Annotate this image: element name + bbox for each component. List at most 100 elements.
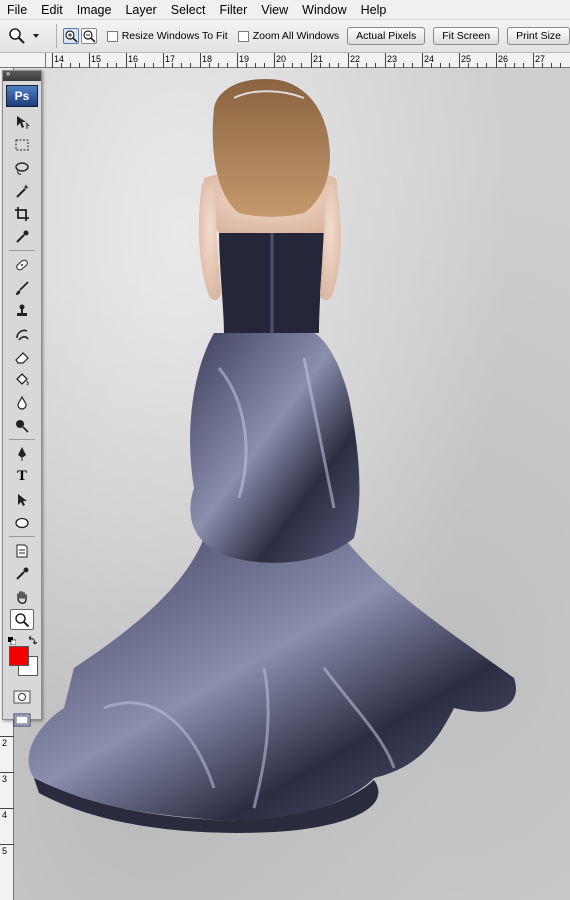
- foreground-color-swatch[interactable]: [9, 646, 29, 666]
- pen-tool[interactable]: [10, 443, 34, 464]
- color-swatches: [3, 634, 41, 682]
- tool-preset-picker[interactable]: [8, 23, 52, 49]
- ruler-label: 24: [424, 54, 435, 64]
- document-canvas[interactable]: [14, 68, 570, 900]
- pen-icon: [18, 446, 26, 461]
- move-tool[interactable]: [10, 111, 34, 132]
- eyedropper-tool[interactable]: [10, 226, 34, 247]
- ruler-label: 18: [202, 54, 213, 64]
- swap-colors-icon[interactable]: [28, 634, 38, 645]
- ruler-label: 4: [2, 810, 8, 820]
- divider: [9, 536, 35, 537]
- marquee-tool[interactable]: [10, 134, 34, 155]
- print-size-button[interactable]: Print Size: [507, 27, 570, 45]
- eraser-icon: [15, 351, 29, 364]
- menu-item-file[interactable]: File: [0, 0, 34, 20]
- ruler-label: 22: [350, 54, 361, 64]
- brush-tool[interactable]: [10, 277, 34, 298]
- notes-tool[interactable]: [10, 540, 34, 561]
- ruler-tick: [385, 53, 386, 68]
- photoshop-logo[interactable]: Ps: [6, 85, 38, 107]
- ruler-tick: [237, 53, 238, 68]
- menu-bar: File Edit Image Layer Select Filter View Window…: [0, 0, 570, 20]
- clone-stamp-tool[interactable]: [10, 300, 34, 321]
- note-icon: [16, 544, 28, 557]
- menu-item-view[interactable]: View: [254, 0, 295, 20]
- arrow-pointer-icon: [18, 493, 27, 506]
- ellipse-icon: [15, 517, 29, 528]
- ruler-label: 26: [498, 54, 509, 64]
- menu-item-help[interactable]: Help: [354, 0, 394, 20]
- screen-mode-button[interactable]: [10, 709, 34, 730]
- resize-windows-checkbox[interactable]: Resize Windows To Fit: [106, 30, 228, 42]
- hand-icon: [17, 590, 27, 604]
- zoom-tool[interactable]: [10, 609, 34, 630]
- eyedropper-tool-2[interactable]: [10, 563, 34, 584]
- menu-item-edit[interactable]: Edit: [34, 0, 70, 20]
- dodge-tool[interactable]: [10, 415, 34, 436]
- menu-item-select[interactable]: Select: [164, 0, 213, 20]
- paint-bucket-icon: [16, 372, 29, 385]
- fit-screen-button[interactable]: Fit Screen: [433, 27, 500, 45]
- type-tool[interactable]: T: [10, 466, 34, 487]
- ruler-tick: [0, 844, 14, 845]
- default-colors-icon[interactable]: [8, 634, 17, 646]
- crop-icon: [15, 206, 29, 221]
- tools-panel-header[interactable]: ››: [3, 69, 41, 81]
- magnifier-icon: [15, 612, 30, 627]
- ruler-tick: [200, 53, 201, 68]
- ruler-tick: [422, 53, 423, 68]
- resize-windows-label: Resize Windows To Fit: [121, 30, 228, 42]
- paint-bucket-tool[interactable]: [10, 369, 34, 390]
- lasso-tool[interactable]: [10, 157, 34, 178]
- magic-wand-icon: [16, 183, 29, 198]
- ruler-tick: [0, 772, 14, 773]
- magic-wand-tool[interactable]: [10, 180, 34, 201]
- ruler-tick: [311, 53, 312, 68]
- ruler-tick: [348, 53, 349, 68]
- ruler-tick: [0, 808, 14, 809]
- zoom-in-button[interactable]: [62, 28, 79, 44]
- menu-item-window[interactable]: Window: [295, 0, 353, 20]
- marquee-icon: [15, 139, 29, 150]
- history-brush-tool[interactable]: [10, 323, 34, 344]
- divider: [55, 24, 57, 48]
- collapse-arrows[interactable]: ››: [6, 69, 10, 78]
- options-bar: Resize Windows To Fit Zoom All Windows A…: [0, 20, 570, 53]
- ruler-label: 15: [91, 54, 102, 64]
- crop-tool[interactable]: [10, 203, 34, 224]
- ruler-label: 14: [54, 54, 65, 64]
- horizontal-ruler[interactable]: 14 15 16 17 18 19 20 21 22 23 24 25 26 27: [46, 53, 570, 68]
- path-selection-tool[interactable]: [10, 489, 34, 510]
- checkbox-box[interactable]: [237, 30, 249, 42]
- ruler-corner: [0, 53, 46, 68]
- eyedropper-icon: [16, 230, 29, 243]
- chevron-down-icon: [33, 34, 39, 38]
- ruler-tick: [126, 53, 127, 68]
- history-brush-icon: [16, 329, 29, 341]
- shape-tool[interactable]: [10, 512, 34, 533]
- gown-photo: [28, 78, 516, 833]
- blur-tool[interactable]: [10, 392, 34, 413]
- zoom-all-windows-checkbox[interactable]: Zoom All Windows: [237, 30, 339, 42]
- move-icon: [17, 115, 30, 129]
- ruler-label: 2: [2, 738, 8, 748]
- tools-panel: ›› Ps T: [2, 69, 42, 726]
- ruler-label: 16: [128, 54, 139, 64]
- zoom-out-button[interactable]: [80, 28, 97, 44]
- actual-pixels-button[interactable]: Actual Pixels: [347, 27, 426, 45]
- healing-brush-tool[interactable]: [10, 254, 34, 275]
- droplet-icon: [17, 395, 27, 410]
- ruler-label: 17: [165, 54, 176, 64]
- eyedropper-icon: [16, 567, 29, 580]
- menu-item-filter[interactable]: Filter: [212, 0, 254, 20]
- checkbox-box[interactable]: [106, 30, 118, 42]
- eraser-tool[interactable]: [10, 346, 34, 367]
- bandage-icon: [16, 259, 28, 270]
- menu-item-layer[interactable]: Layer: [118, 0, 163, 20]
- ruler-label: 23: [387, 54, 398, 64]
- quick-mask-button[interactable]: [10, 686, 34, 707]
- menu-item-image[interactable]: Image: [70, 0, 119, 20]
- hand-tool[interactable]: [10, 586, 34, 607]
- ruler-tick: [496, 53, 497, 68]
